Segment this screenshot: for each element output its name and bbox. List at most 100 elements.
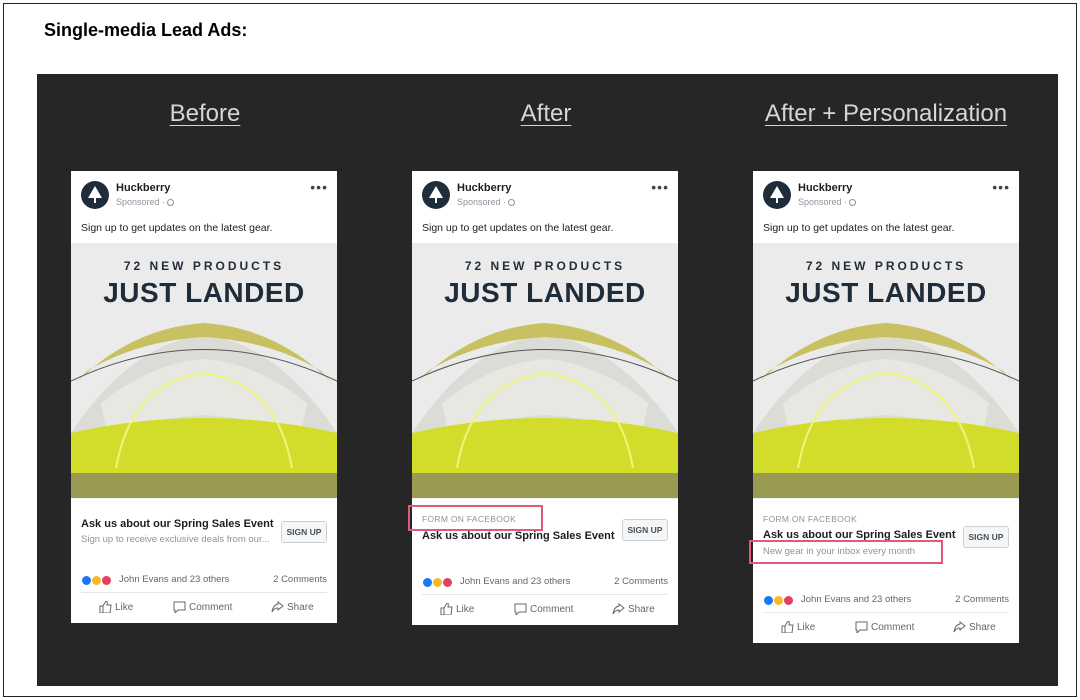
tree-logo-icon	[429, 186, 443, 203]
more-options-icon[interactable]: •••	[992, 180, 1010, 194]
post-header: Huckberry Sponsored · ••• Sign up to get…	[71, 171, 337, 243]
tree-logo-icon	[770, 186, 784, 203]
tent-image	[71, 323, 337, 498]
avatar[interactable]	[422, 181, 450, 209]
highlight-box	[749, 540, 943, 564]
post-actions: Like Comment Share	[412, 595, 678, 625]
page-name[interactable]: Huckberry	[798, 182, 852, 194]
thumbs-up-icon	[99, 600, 112, 614]
reaction-names[interactable]: John Evans and 23 others	[460, 576, 570, 587]
cta-area[interactable]: FORM ON FACEBOOK Ask us about our Spring…	[749, 498, 1019, 586]
reaction-names[interactable]: John Evans and 23 others	[801, 594, 911, 605]
comments-count[interactable]: 2 Comments	[273, 574, 327, 585]
reaction-icons[interactable]	[763, 595, 797, 606]
creative-headline: JUST LANDED	[785, 277, 987, 308]
globe-icon	[167, 199, 175, 206]
sponsored-label: Sponsored ·	[798, 197, 857, 207]
comments-count[interactable]: 2 Comments	[614, 576, 668, 587]
ad-creative[interactable]: 72 NEW PRODUCTS JUST LANDED	[412, 243, 678, 498]
tent-image	[412, 323, 678, 498]
comment-button[interactable]: Comment	[173, 601, 233, 615]
creative-kicker: 72 NEW PRODUCTS	[123, 259, 285, 273]
post-actions: Like Comment Share	[71, 593, 337, 623]
reactions-bar: John Evans and 23 others 2 Comments	[81, 566, 327, 593]
sponsored-label: Sponsored ·	[457, 197, 516, 207]
share-label: Share	[628, 604, 655, 615]
tree-logo-icon	[88, 186, 102, 203]
page-name[interactable]: Huckberry	[116, 182, 170, 194]
creative-kicker: 72 NEW PRODUCTS	[805, 259, 967, 273]
share-button[interactable]: Share	[271, 600, 314, 613]
ad-creative[interactable]: 72 NEW PRODUCTS JUST LANDED	[71, 243, 337, 498]
sign-up-button[interactable]: SIGN UP	[963, 526, 1009, 548]
avatar[interactable]	[81, 181, 109, 209]
like-button[interactable]: Like	[99, 600, 134, 614]
like-label: Like	[115, 602, 134, 613]
comment-button[interactable]: Comment	[514, 603, 574, 617]
like-label: Like	[456, 604, 475, 615]
share-label: Share	[287, 602, 314, 613]
highlight-box	[408, 505, 543, 531]
column-title-before: Before	[169, 100, 241, 127]
sign-up-button[interactable]: SIGN UP	[622, 519, 668, 541]
like-button[interactable]: Like	[781, 620, 816, 634]
post-actions: Like Comment Share	[753, 613, 1019, 643]
reaction-icons[interactable]	[422, 577, 456, 588]
cta-title: Ask us about our Spring Sales Event	[422, 530, 615, 542]
cta-subtitle: Sign up to receive exclusive deals from …	[81, 534, 270, 545]
more-options-icon[interactable]: •••	[310, 180, 328, 194]
reactions-bar: John Evans and 23 others 2 Comments	[763, 586, 1009, 613]
thumbs-up-icon	[781, 620, 794, 634]
sponsored-text: Sponsored ·	[798, 197, 848, 207]
sponsored-text: Sponsored ·	[457, 197, 507, 207]
page-name[interactable]: Huckberry	[457, 182, 511, 194]
comment-label: Comment	[530, 604, 574, 615]
ad-card-after: Huckberry Sponsored · ••• Sign up to get…	[408, 171, 678, 625]
cta-title: Ask us about our Spring Sales Event	[81, 518, 274, 530]
share-button[interactable]: Share	[612, 602, 655, 615]
thumbs-up-icon	[440, 602, 453, 616]
reaction-names[interactable]: John Evans and 23 others	[119, 574, 229, 585]
form-on-facebook-label: FORM ON FACEBOOK	[763, 514, 858, 524]
globe-icon	[508, 199, 516, 206]
creative-headline: JUST LANDED	[103, 277, 305, 308]
comment-icon	[855, 621, 868, 635]
sponsored-text: Sponsored ·	[116, 197, 166, 207]
comment-label: Comment	[189, 602, 233, 613]
share-button[interactable]: Share	[953, 620, 996, 633]
comment-icon	[514, 603, 527, 617]
share-icon	[953, 620, 966, 633]
cta-area[interactable]: FORM ON FACEBOOK Ask us about our Spring…	[408, 498, 678, 568]
slide-heading: Single-media Lead Ads:	[44, 20, 248, 40]
tent-image	[753, 323, 1019, 498]
comment-label: Comment	[871, 622, 915, 633]
sponsored-label: Sponsored ·	[116, 197, 175, 207]
post-caption: Sign up to get updates on the latest gea…	[763, 222, 955, 234]
share-icon	[612, 602, 625, 615]
like-label: Like	[797, 622, 816, 633]
comparison-panel: Before After After + Personalization Huc…	[37, 74, 1058, 686]
post-header: Huckberry Sponsored · ••• Sign up to get…	[412, 171, 678, 243]
creative-kicker: 72 NEW PRODUCTS	[464, 259, 626, 273]
post-caption: Sign up to get updates on the latest gea…	[81, 222, 273, 234]
reactions-bar: John Evans and 23 others 2 Comments	[422, 568, 668, 595]
share-label: Share	[969, 622, 996, 633]
share-icon	[271, 600, 284, 613]
avatar[interactable]	[763, 181, 791, 209]
reaction-icons[interactable]	[81, 575, 115, 586]
like-button[interactable]: Like	[440, 602, 475, 616]
column-title-after: After	[520, 100, 572, 127]
sign-up-button[interactable]: SIGN UP	[281, 521, 327, 543]
comment-button[interactable]: Comment	[855, 621, 915, 635]
column-title-after-personalization: After + Personalization	[764, 100, 1008, 127]
ad-creative[interactable]: 72 NEW PRODUCTS JUST LANDED	[753, 243, 1019, 498]
creative-headline: JUST LANDED	[444, 277, 646, 308]
cta-area[interactable]: Ask us about our Spring Sales Event Sign…	[71, 498, 337, 566]
post-header: Huckberry Sponsored · ••• Sign up to get…	[753, 171, 1019, 243]
more-options-icon[interactable]: •••	[651, 180, 669, 194]
comment-icon	[173, 601, 186, 615]
post-caption: Sign up to get updates on the latest gea…	[422, 222, 614, 234]
comments-count[interactable]: 2 Comments	[955, 594, 1009, 605]
globe-icon	[849, 199, 857, 206]
ad-card-after-personalization: Huckberry Sponsored · ••• Sign up to get…	[749, 171, 1019, 643]
